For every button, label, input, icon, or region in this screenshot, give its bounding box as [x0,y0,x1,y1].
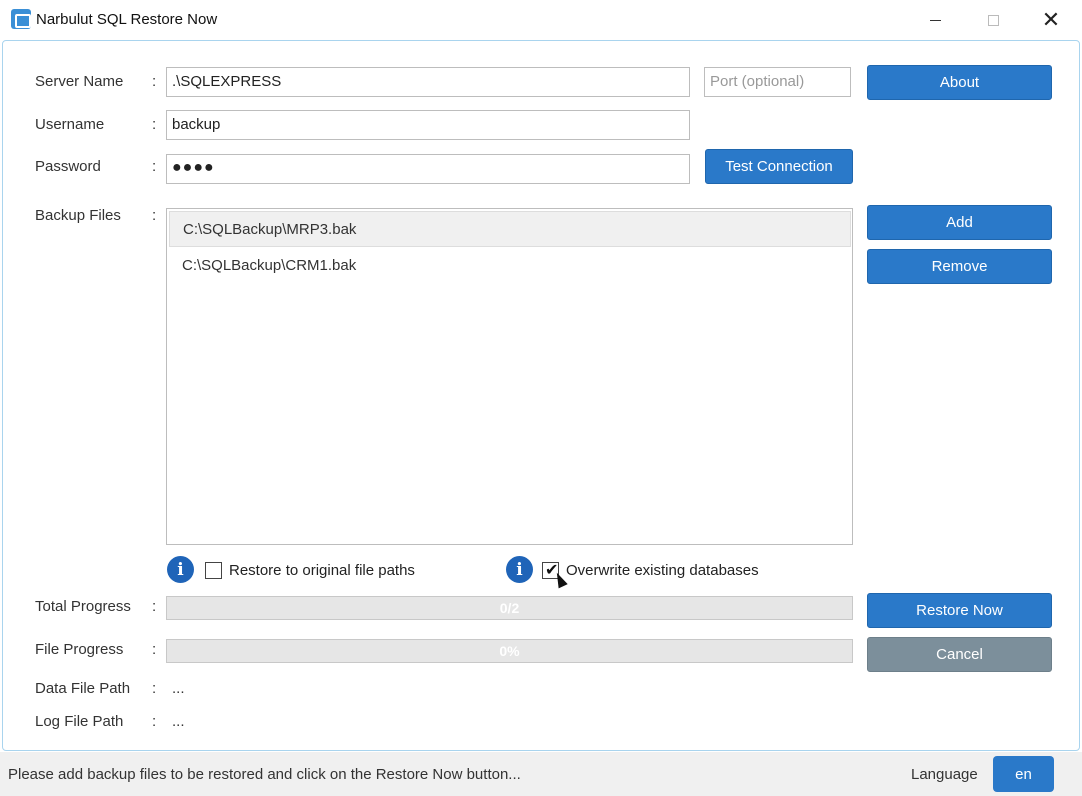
data-file-path-label: Data File Path [35,680,131,697]
test-connection-button[interactable]: Test Connection [705,149,853,184]
port-input[interactable]: Port (optional) [704,67,851,97]
username-label: Username [35,116,105,133]
info-icon[interactable]: i [167,556,194,583]
password-input[interactable]: ●●●● [166,154,690,184]
list-item[interactable]: C:\SQLBackup\CRM1.bak [169,248,851,284]
minimize-button[interactable] [906,0,964,40]
status-bar: Please add backup files to be restored a… [0,752,1082,796]
restore-original-paths-label[interactable]: Restore to original file paths [229,562,415,579]
total-progress-label: Total Progress [35,598,131,615]
server-name-colon: : [152,73,157,90]
window-title: Narbulut SQL Restore Now [36,11,218,28]
log-file-path-colon: : [152,713,157,730]
file-progress-bar: 0% [166,639,853,663]
backup-files-colon: : [152,207,157,224]
add-button[interactable]: Add [867,205,1052,240]
remove-button[interactable]: Remove [867,249,1052,284]
title-bar: Narbulut SQL Restore Now ✕ [0,0,1082,40]
language-button[interactable]: en [993,756,1054,792]
maximize-button[interactable] [964,0,1022,40]
list-item[interactable]: C:\SQLBackup\MRP3.bak [169,211,851,247]
file-progress-label: File Progress [35,641,124,658]
total-progress-bar: 0/2 [166,596,853,620]
restore-now-button[interactable]: Restore Now [867,593,1052,628]
minimize-icon [929,19,941,21]
info-icon[interactable]: i [506,556,533,583]
cancel-button[interactable]: Cancel [867,637,1052,672]
close-button[interactable]: ✕ [1022,0,1080,40]
close-icon: ✕ [1041,7,1061,32]
log-file-path-value: ... [172,713,185,730]
file-progress-colon: : [152,641,157,658]
status-message: Please add backup files to be restored a… [8,766,521,783]
data-file-path-colon: : [152,680,157,697]
password-label: Password [35,158,101,175]
total-progress-colon: : [152,598,157,615]
backup-files-list[interactable]: C:\SQLBackup\MRP3.bak C:\SQLBackup\CRM1.… [166,208,853,545]
app-icon [11,9,31,29]
restore-original-paths-checkbox[interactable] [205,562,222,579]
data-file-path-value: ... [172,680,185,697]
file-progress-text: 0% [499,643,520,659]
total-progress-text: 0/2 [499,600,520,616]
server-name-label: Server Name [35,73,124,90]
server-name-input[interactable]: .\SQLEXPRESS [166,67,690,97]
log-file-path-label: Log File Path [35,713,124,730]
overwrite-existing-label[interactable]: Overwrite existing databases [566,562,759,579]
backup-files-label: Backup Files [35,207,121,224]
username-input[interactable]: backup [166,110,690,140]
maximize-icon [987,14,999,26]
about-button[interactable]: About [867,65,1052,100]
language-label: Language [911,766,978,783]
password-colon: : [152,158,157,175]
username-colon: : [152,116,157,133]
